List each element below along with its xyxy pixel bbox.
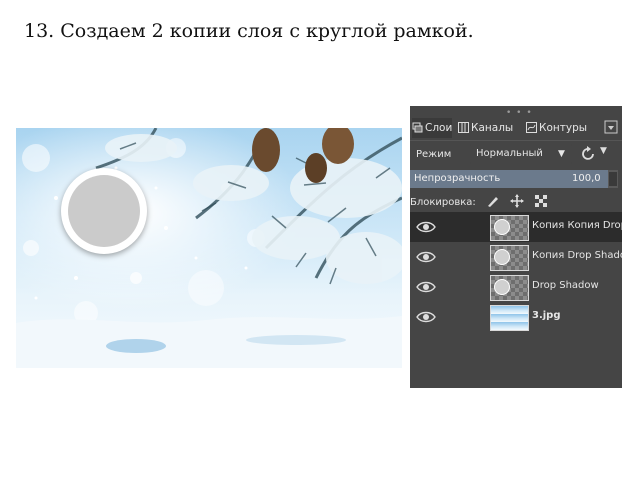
mode-value: Нормальный [476,148,543,159]
eye-icon[interactable] [416,250,436,264]
tab-layers[interactable]: Слои [412,118,453,138]
panel-grip[interactable]: • • • [506,108,533,118]
layers-icon [412,122,423,133]
layer-row[interactable]: Копия Drop Shadow [410,242,622,272]
layer-name[interactable]: Копия Копия Drop Shadow [532,220,622,231]
mode-label: Режим [416,149,452,160]
tab-channels[interactable]: Каналы [458,118,513,138]
layer-row[interactable]: Копия Копия Drop Shadow [410,212,622,242]
opacity-spinner[interactable] [609,172,617,186]
layer-row[interactable]: Drop Shadow [410,272,622,302]
lock-label: Блокировка: [410,197,476,208]
brush-icon[interactable] [486,194,500,208]
move-icon[interactable] [510,194,524,208]
layer-name[interactable]: Drop Shadow [532,280,622,291]
alpha-lock-icon[interactable] [534,194,548,208]
mode-select[interactable]: Нормальный ▼ [470,144,572,164]
eye-icon[interactable] [416,280,436,294]
layer-thumbnail [490,305,529,331]
layer-thumbnail [490,275,529,301]
opacity-value: 100,0 [572,173,601,184]
channels-icon [458,122,469,133]
layer-row[interactable]: 3.jpg [410,302,622,332]
layer-name[interactable]: 3.jpg [532,310,622,321]
eye-icon[interactable] [416,220,436,234]
page-heading: 13. Создаем 2 копии слоя с круглой рамко… [24,20,474,42]
panel-tabs: Слои Каналы Контуры [410,118,622,138]
opacity-slider[interactable]: Непрозрачность 100,0 [410,170,618,188]
round-frame [61,168,147,254]
opacity-label: Непрозрачность [414,173,501,184]
layer-thumbnail [490,245,529,271]
chevron-down-icon: ▼ [558,149,565,159]
tab-paths[interactable]: Контуры [526,118,587,138]
layer-thumbnail [490,215,529,241]
round-frame-fill [68,175,140,247]
layer-name[interactable]: Копия Drop Shadow [532,250,622,261]
paths-icon [526,122,537,133]
divider [410,140,622,141]
tab-menu-icon[interactable] [604,120,618,134]
chevron-down-icon[interactable]: ▼ [600,146,607,156]
layers-panel: • • • Слои Каналы Контуры Режим Нормальн [410,106,622,388]
eye-icon[interactable] [416,310,436,324]
photo-scene [16,128,402,368]
winter-photo [16,128,402,368]
swap-mode-icon[interactable] [580,145,598,163]
